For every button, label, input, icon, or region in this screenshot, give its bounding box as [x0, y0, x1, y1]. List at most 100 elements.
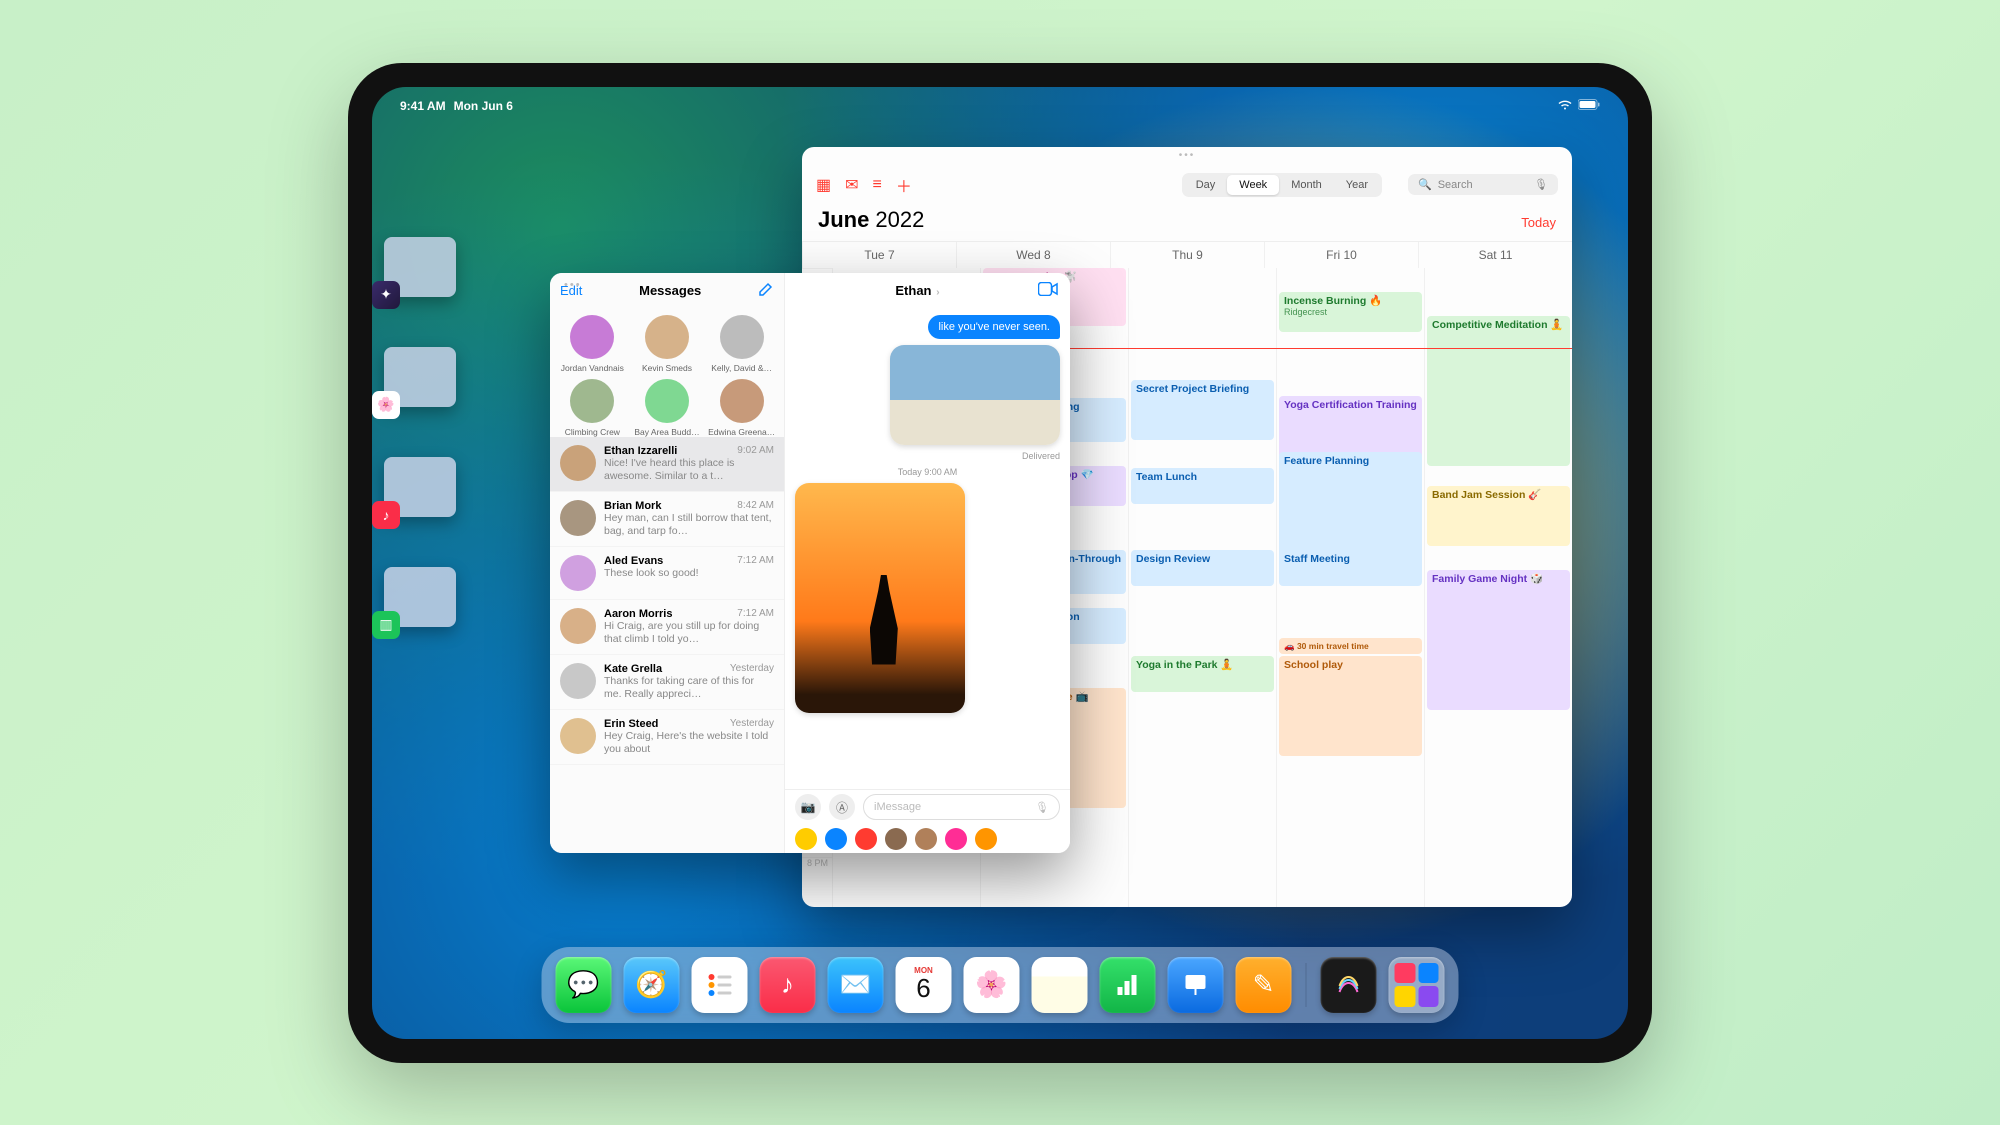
- calendar-event[interactable]: Team Lunch: [1131, 468, 1274, 504]
- dock-app-music[interactable]: ♪: [760, 957, 816, 1013]
- calendar-event[interactable]: Incense Burning 🔥Ridgecrest: [1279, 292, 1422, 332]
- pinned-row: Climbing CrewBay Area Budd…Edwina Greena…: [550, 373, 784, 437]
- appstore-button[interactable]: Ⓐ: [829, 794, 855, 820]
- calendar-event[interactable]: 🚗 30 min travel time: [1279, 638, 1422, 654]
- today-button[interactable]: Today: [1521, 215, 1556, 230]
- inbox-icon[interactable]: ✉: [845, 175, 858, 195]
- seg-month[interactable]: Month: [1279, 175, 1334, 195]
- chevron-right-icon: ›: [934, 287, 940, 298]
- app-mini-icon[interactable]: [915, 828, 937, 850]
- thread-header: Ethan ›: [785, 273, 1070, 309]
- stage-thumb[interactable]: 🌸: [384, 347, 456, 407]
- window-handle-icon[interactable]: •••: [802, 147, 1572, 165]
- calendar-icon[interactable]: ▦: [816, 175, 831, 195]
- app-mini-icon[interactable]: [855, 828, 877, 850]
- calendar-event[interactable]: Competitive Meditation 🧘: [1427, 316, 1570, 466]
- dictate-icon[interactable]: 🎙: [1035, 801, 1049, 814]
- seg-week[interactable]: Week: [1227, 175, 1279, 195]
- status-date: Mon Jun 6: [454, 99, 513, 113]
- message-placeholder: iMessage: [874, 801, 921, 813]
- app-mini-icon[interactable]: [885, 828, 907, 850]
- sent-message[interactable]: like you've never seen.: [928, 315, 1060, 339]
- pinned-contact[interactable]: Climbing Crew: [558, 379, 626, 437]
- day-col-fri[interactable]: Incense Burning 🔥RidgecrestYoga Certific…: [1276, 268, 1424, 907]
- day-header[interactable]: Thu 9: [1110, 242, 1264, 268]
- day-header[interactable]: Tue 7: [802, 242, 956, 268]
- pinned-contact[interactable]: Edwina Greena…: [708, 379, 776, 437]
- list-icon[interactable]: ≡: [873, 176, 882, 194]
- calendar-event[interactable]: School play: [1279, 656, 1422, 756]
- messages-header: ••• Edit Messages: [550, 273, 784, 309]
- photos-icon: 🌸: [372, 391, 400, 419]
- dock-app-mail[interactable]: ✉️: [828, 957, 884, 1013]
- day-header[interactable]: Fri 10: [1264, 242, 1418, 268]
- window-handle-icon[interactable]: •••: [564, 279, 582, 291]
- day-col-thu[interactable]: Secret Project Briefing Team Lunch Design …: [1128, 268, 1276, 907]
- stage-thumb[interactable]: ♪: [384, 457, 456, 517]
- dock-app-procreate[interactable]: [1321, 957, 1377, 1013]
- conversation-row[interactable]: Aled Evans7:12 AMThese look so good!: [550, 547, 784, 600]
- day-header[interactable]: Sat 11: [1418, 242, 1572, 268]
- dock-app-pages[interactable]: ✎: [1236, 957, 1292, 1013]
- calendar-event[interactable]: Secret Project Briefing: [1131, 380, 1274, 440]
- app-mini-icon[interactable]: [825, 828, 847, 850]
- timestamp: Today 9:00 AM: [898, 467, 958, 477]
- thread-title[interactable]: Ethan ›: [797, 283, 1038, 298]
- app-mini-icon[interactable]: [795, 828, 817, 850]
- day-header[interactable]: Wed 8: [956, 242, 1110, 268]
- conversation-row[interactable]: Aaron Morris7:12 AMHi Craig, are you sti…: [550, 600, 784, 655]
- dock-app-numbers[interactable]: [1100, 957, 1156, 1013]
- sent-image[interactable]: [890, 345, 1060, 445]
- pinned-contact[interactable]: Jordan Vandnais: [558, 315, 626, 373]
- messages-window[interactable]: ••• Edit Messages Jordan VandnaisKevin S…: [550, 273, 1070, 853]
- mic-icon[interactable]: 🎙: [1534, 178, 1548, 191]
- dock-app-keynote[interactable]: [1168, 957, 1224, 1013]
- app-mini-icon[interactable]: [945, 828, 967, 850]
- conversation-list[interactable]: Ethan Izzarelli9:02 AMNice! I've heard t…: [550, 437, 784, 853]
- seg-year[interactable]: Year: [1334, 175, 1380, 195]
- calendar-event[interactable]: Family Game Night 🎲: [1427, 570, 1570, 710]
- seg-day[interactable]: Day: [1184, 175, 1228, 195]
- calendar-event[interactable]: Design Review: [1131, 550, 1274, 586]
- freeform-icon: ✦: [372, 281, 400, 309]
- conversation-row[interactable]: Ethan Izzarelli9:02 AMNice! I've heard t…: [550, 437, 784, 492]
- compose-bar: 📷 Ⓐ iMessage 🎙: [785, 789, 1070, 825]
- conversation-row[interactable]: Brian Mork8:42 AMHey man, can I still bo…: [550, 492, 784, 547]
- dock-app-photos[interactable]: 🌸: [964, 957, 1020, 1013]
- calendar-event[interactable]: Staff Meeting: [1279, 550, 1422, 586]
- dock-app-calendar[interactable]: MON 6: [896, 957, 952, 1013]
- dock-app-reminders[interactable]: [692, 957, 748, 1013]
- conversation-row[interactable]: Kate GrellaYesterdayThanks for taking ca…: [550, 655, 784, 710]
- camera-button[interactable]: 📷: [795, 794, 821, 820]
- dock-app-notes[interactable]: [1032, 957, 1088, 1013]
- view-segmented-control[interactable]: Day Week Month Year: [1182, 173, 1382, 197]
- calendar-event[interactable]: Yoga in the Park 🧘: [1131, 656, 1274, 692]
- calendar-event[interactable]: Band Jam Session 🎸: [1427, 486, 1570, 546]
- messages-sidebar: ••• Edit Messages Jordan VandnaisKevin S…: [550, 273, 785, 853]
- day-headers: Tue 7 Wed 8 Thu 9 Fri 10 Sat 11: [802, 241, 1572, 268]
- imessage-app-strip[interactable]: [785, 825, 1070, 853]
- conversation-row[interactable]: Erin SteedYesterdayHey Craig, Here's the…: [550, 710, 784, 765]
- dock-app-messages[interactable]: 💬: [556, 957, 612, 1013]
- stage-thumb[interactable]: ✦: [384, 237, 456, 297]
- stage-thumb[interactable]: ▥: [384, 567, 456, 627]
- thread-body[interactable]: like you've never seen. Delivered Today …: [785, 309, 1070, 789]
- app-mini-icon[interactable]: [975, 828, 997, 850]
- dock-separator: [1306, 963, 1307, 1007]
- facetime-button[interactable]: [1038, 282, 1058, 300]
- messages-title: Messages: [582, 283, 758, 298]
- pinned-contact[interactable]: Kevin Smeds: [633, 315, 701, 373]
- message-thread: Ethan › like you've never seen. Delivere…: [785, 273, 1070, 853]
- add-event-button[interactable]: ＋: [896, 173, 912, 197]
- pinned-contact[interactable]: Kelly, David &…: [708, 315, 776, 373]
- compose-button[interactable]: [758, 281, 774, 301]
- pinned-contact[interactable]: Bay Area Budd…: [633, 379, 701, 437]
- calendar-event[interactable]: Feature Planning: [1279, 452, 1422, 564]
- dock[interactable]: 💬 🧭 ♪ ✉️ MON 6 🌸 ✎: [542, 947, 1459, 1023]
- message-input[interactable]: iMessage 🎙: [863, 794, 1060, 820]
- dock-app-folder[interactable]: [1389, 957, 1445, 1013]
- received-image[interactable]: [795, 483, 965, 713]
- dock-app-safari[interactable]: 🧭: [624, 957, 680, 1013]
- search-input[interactable]: 🔍 Search 🎙: [1408, 174, 1558, 195]
- day-col-sat[interactable]: Competitive Meditation 🧘 Band Jam Session…: [1424, 268, 1572, 907]
